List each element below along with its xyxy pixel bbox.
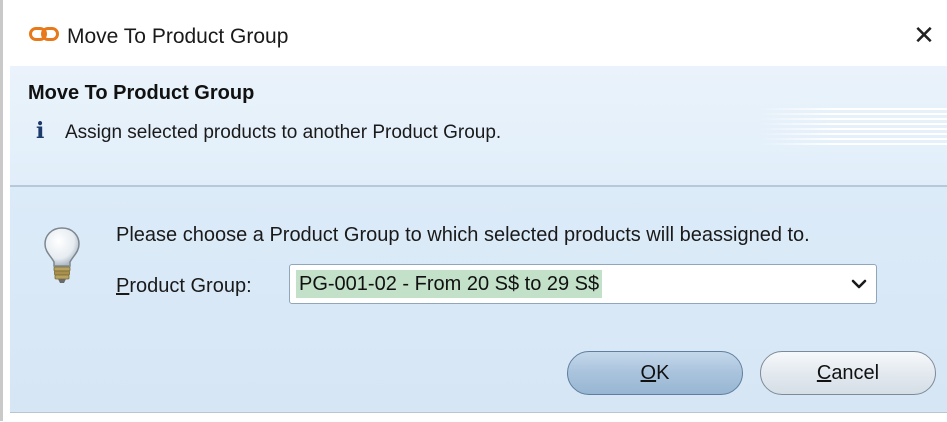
dialog-body: Please choose a Product Group to which s… [10, 187, 947, 412]
window-title: Move To Product Group [67, 25, 289, 48]
prompt-text: Please choose a Product Group to which s… [116, 224, 810, 246]
title-bar[interactable]: Move To Product Group ✕ [3, 0, 947, 66]
product-group-label: Product Group: [116, 275, 252, 297]
header-banner: Move To Product Group i Assign selected … [10, 66, 947, 185]
info-icon: i [36, 118, 45, 144]
cancel-button[interactable]: Cancel [760, 351, 936, 395]
lightbulb-icon [44, 227, 80, 283]
chevron-down-icon [851, 279, 867, 289]
banner-decoration [758, 108, 947, 148]
ok-button[interactable]: OK [567, 351, 743, 395]
banner-description: Assign selected products to another Prod… [65, 122, 502, 143]
move-to-product-group-dialog: Move To Product Group ✕ Move To Product … [0, 0, 947, 422]
close-icon: ✕ [913, 20, 935, 50]
product-group-selected-value: PG-001-02 - From 20 S$ to 29 S$ [296, 270, 603, 298]
link-chain-icon [29, 27, 59, 41]
banner-title: Move To Product Group [28, 82, 255, 104]
product-group-select[interactable]: PG-001-02 - From 20 S$ to 29 S$ [289, 264, 877, 304]
close-button[interactable]: ✕ [907, 18, 941, 52]
